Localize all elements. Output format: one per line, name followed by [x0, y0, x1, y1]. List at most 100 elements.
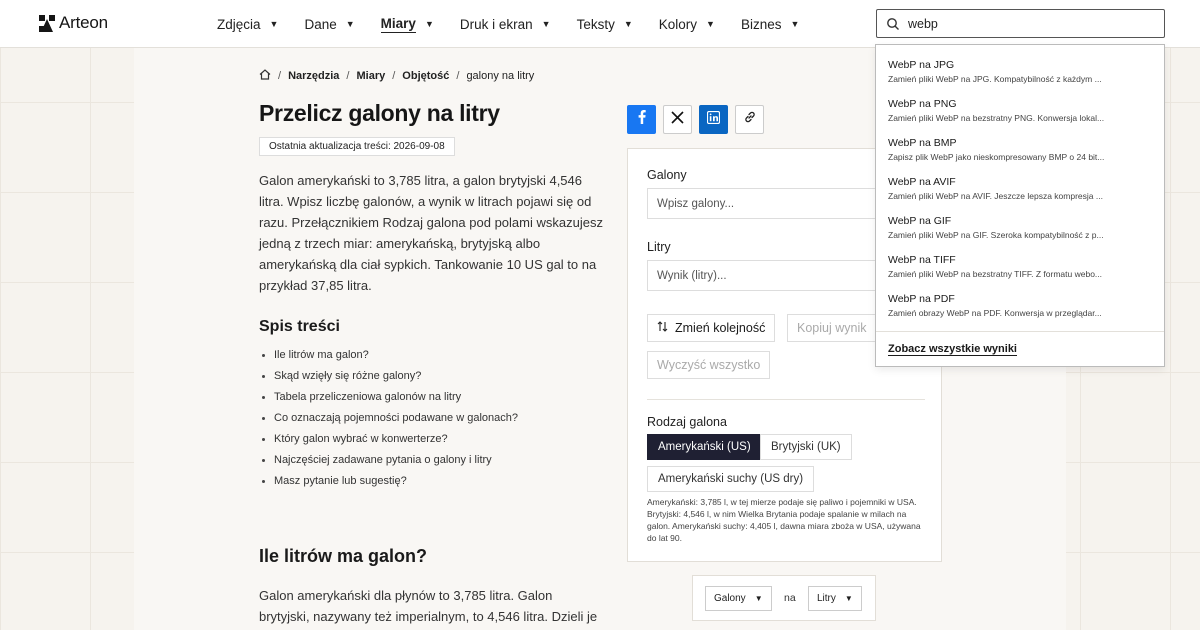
search-result-item[interactable]: WebP na JPG Zamień pliki WebP na JPG. Ko…: [888, 59, 1156, 84]
nav-item-biznes[interactable]: Biznes ▼: [741, 17, 799, 32]
nav-item-teksty[interactable]: Teksty ▼: [577, 17, 633, 32]
search-result-item[interactable]: WebP na PNG Zamień pliki WebP na bezstra…: [888, 98, 1156, 123]
search-result-item[interactable]: WebP na GIF Zamień pliki WebP na GIF. Sz…: [888, 215, 1156, 240]
search-result-desc: Zamień obrazy WebP na PDF. Konwersja w p…: [888, 308, 1102, 318]
toc-link[interactable]: Skąd wzięły się różne galony?: [259, 366, 604, 387]
search-result-desc: Zamień pliki WebP na bezstratny PNG. Kon…: [888, 113, 1105, 123]
search-results-dropdown: WebP na JPG Zamień pliki WebP na JPG. Ko…: [875, 44, 1165, 367]
nav-item-kolory[interactable]: Kolory ▼: [659, 17, 715, 32]
nav-label: Druk i ekran: [459, 16, 533, 32]
nav-item-druk-i-ekran[interactable]: Druk i ekran ▼: [460, 17, 551, 32]
gallons-label: Galony: [647, 168, 687, 182]
caret-down-icon: ▼: [754, 594, 763, 603]
main-nav: Zdjęcia ▼ Dane ▼ Miary ▼ Druk i ekran ▼ Teks…: [217, 0, 825, 48]
logo[interactable]: Arteon: [39, 13, 108, 33]
caret-down-icon: ▼: [706, 19, 715, 29]
swap-button-label: Zmień kolejność: [675, 321, 766, 335]
clear-all-button[interactable]: Wyczyść wszystko: [647, 351, 771, 379]
toc-link[interactable]: Masz pytanie lub sugestię?: [259, 471, 604, 492]
search-result-desc: Zamień pliki WebP na bezstratny TIFF. Z …: [888, 269, 1103, 279]
breadcrumb-separator: /: [346, 70, 350, 82]
unit-connector: na: [784, 592, 796, 604]
search-box[interactable]: [876, 9, 1165, 38]
breadcrumb-item-objetosc[interactable]: Objętość: [402, 70, 449, 82]
intro-paragraph: Galon amerykański to 3,785 litra, a galo…: [259, 173, 603, 293]
from-unit-select[interactable]: Galony ▼: [705, 586, 772, 611]
search-result-item[interactable]: WebP na PDF Zamień obrazy WebP na PDF. K…: [888, 293, 1156, 318]
nav-label: Zdjęcia: [217, 16, 261, 32]
breadcrumb-separator: /: [456, 70, 460, 82]
site-header: Arteon Zdjęcia ▼ Dane ▼ Miary ▼ Druk i ekra…: [0, 0, 1200, 48]
toc-link[interactable]: Ile litrów ma galon?: [259, 345, 604, 366]
share-x-button[interactable]: [663, 105, 692, 134]
caret-down-icon: ▼: [345, 19, 355, 29]
toc-link[interactable]: Najczęściej zadawane pytania o galony i …: [259, 450, 604, 471]
search-result-title: WebP na TIFF: [888, 254, 956, 266]
page-title: Przelicz galony na litry: [259, 100, 500, 126]
search-result-title: WebP na AVIF: [888, 176, 956, 188]
search-result-title: WebP na JPG: [888, 59, 955, 71]
x-icon: [671, 110, 684, 129]
liters-placeholder: Wynik (litry)...: [657, 269, 727, 282]
search-input[interactable]: [908, 16, 1148, 31]
search-result-item[interactable]: WebP na BMP Zapisz plik WebP jako niesko…: [888, 137, 1156, 162]
swap-arrows-icon: [657, 321, 668, 335]
gallons-placeholder: Wpisz galony...: [657, 197, 735, 210]
section-heading: Ile litrów ma galon?: [259, 546, 428, 566]
search-result-item[interactable]: WebP na AVIF Zamień pliki WebP na AVIF. …: [888, 176, 1156, 201]
to-unit-value: Litry: [817, 593, 836, 604]
nav-label: Teksty: [576, 16, 615, 32]
article: Przelicz galony na litry Ostatnia aktual…: [259, 100, 604, 492]
copy-result-label: Kopiuj wynik: [797, 321, 867, 335]
see-all-results-link[interactable]: Zobacz wszystkie wyniki: [888, 343, 1017, 356]
unit-selector: Galony ▼ na Litry ▼: [692, 575, 876, 621]
home-icon[interactable]: [259, 69, 271, 83]
to-unit-select[interactable]: Litry ▼: [808, 586, 862, 611]
search-result-item[interactable]: WebP na TIFF Zamień pliki WebP na bezstr…: [888, 254, 1156, 279]
section-paragraph: Galon amerykański dla płynów to 3,785 li…: [259, 588, 598, 624]
gallon-type-uk[interactable]: Brytyjski (UK): [760, 434, 852, 460]
nav-item-zdjecia[interactable]: Zdjęcia ▼: [217, 17, 278, 32]
share-facebook-button[interactable]: [627, 105, 656, 134]
gallon-type-label: Rodzaj galona: [647, 415, 727, 429]
search-result-title: WebP na PDF: [888, 293, 955, 305]
copy-link-button[interactable]: [735, 105, 764, 134]
gallon-type-us[interactable]: Amerykański (US): [647, 434, 762, 460]
swap-button[interactable]: Zmień kolejność: [647, 314, 776, 342]
gallon-type-us-dry[interactable]: Amerykański suchy (US dry): [647, 466, 815, 492]
nav-item-dane[interactable]: Dane ▼: [304, 17, 354, 32]
search-result-title: WebP na BMP: [888, 137, 957, 149]
nav-label: Kolory: [658, 16, 698, 32]
share-buttons: [627, 105, 764, 134]
caret-down-icon: ▼: [623, 19, 633, 29]
breadcrumb-item-narzedzia[interactable]: Narzędzia: [288, 70, 339, 82]
nav-label: Dane: [304, 16, 337, 32]
toc-link[interactable]: Który galon wybrać w konwerterze?: [259, 429, 604, 450]
link-icon: [743, 110, 757, 129]
caret-down-icon: ▼: [790, 19, 800, 29]
brand-name: Arteon: [59, 13, 108, 32]
breadcrumb-current: galony na litry: [466, 70, 535, 82]
toc-link[interactable]: Co oznaczają pojemności podawane w galon…: [259, 408, 604, 429]
from-unit-value: Galony: [714, 593, 746, 604]
search-result-title: WebP na GIF: [888, 215, 952, 227]
logo-mark-icon: [39, 14, 55, 32]
breadcrumb-separator: /: [278, 70, 282, 82]
share-linkedin-button[interactable]: [699, 105, 728, 134]
nav-item-miary[interactable]: Miary ▼: [380, 15, 434, 33]
caret-down-icon: ▼: [269, 19, 279, 29]
breadcrumb-separator: /: [392, 70, 396, 82]
clear-all-label: Wyczyść wszystko: [657, 358, 761, 372]
search-icon: [886, 17, 900, 31]
nav-label: Miary: [380, 15, 416, 33]
search-result-desc: Zapisz plik WebP jako nieskompresowany B…: [888, 152, 1105, 162]
search-result-title: WebP na PNG: [888, 98, 957, 110]
breadcrumb: / Narzędzia / Miary / Objętość / galony …: [259, 69, 534, 83]
nav-label: Biznes: [740, 16, 782, 32]
toc-link[interactable]: Tabela przeliczeniowa galonów na litry: [259, 387, 604, 408]
breadcrumb-item-miary[interactable]: Miary: [356, 70, 385, 82]
caret-down-icon: ▼: [844, 594, 853, 603]
caret-down-icon: ▼: [541, 19, 551, 29]
facebook-icon: [638, 110, 646, 129]
dropdown-divider: [876, 331, 1164, 332]
